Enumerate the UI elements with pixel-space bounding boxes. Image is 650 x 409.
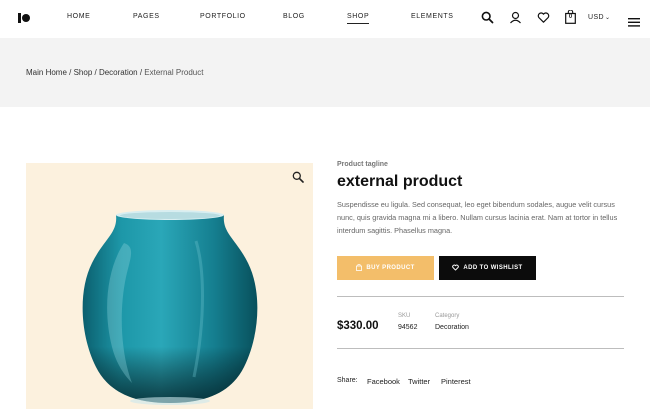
breadcrumb-link-decoration[interactable]: Decoration xyxy=(99,68,138,77)
sku-label: SKU xyxy=(398,313,411,319)
add-to-wishlist-button[interactable]: ADD TO WISHLIST xyxy=(439,256,536,280)
breadcrumb: Main Home / Shop / Decoration / External… xyxy=(26,68,203,77)
breadcrumb-current: External Product xyxy=(144,68,204,77)
bag-icon xyxy=(356,263,363,273)
breadcrumb-link-shop[interactable]: Shop xyxy=(74,68,93,77)
heart-icon xyxy=(452,264,460,273)
divider xyxy=(337,348,624,349)
menu-icon[interactable] xyxy=(628,14,641,27)
category-label: Category xyxy=(435,313,460,319)
category-link[interactable]: Decoration xyxy=(435,324,469,331)
product-image[interactable] xyxy=(26,163,313,409)
nav-portfolio[interactable]: PORTFOLIO xyxy=(200,13,246,20)
user-icon[interactable] xyxy=(509,11,522,24)
buy-product-label: BUY PRODUCT xyxy=(366,265,415,271)
breadcrumb-link-home[interactable]: Main Home xyxy=(26,68,67,77)
nav-pages[interactable]: PAGES xyxy=(133,13,160,20)
breadcrumb-band: Main Home / Shop / Decoration / External… xyxy=(0,38,650,107)
search-icon[interactable] xyxy=(481,11,494,24)
add-to-wishlist-label: ADD TO WISHLIST xyxy=(463,265,523,271)
breadcrumb-separator: / xyxy=(66,68,74,77)
zoom-icon[interactable] xyxy=(292,170,304,183)
nav-blog[interactable]: BLOG xyxy=(283,13,305,20)
sku-value: 94562 xyxy=(398,324,418,331)
divider xyxy=(337,296,624,297)
product-title: external product xyxy=(337,173,463,190)
product-tagline: Product tagline xyxy=(337,161,388,168)
breadcrumb-separator: / xyxy=(92,68,99,77)
share-label: Share: xyxy=(337,377,358,384)
currency-label: USD xyxy=(588,14,604,21)
site-logo[interactable] xyxy=(18,13,30,23)
vase-illustration xyxy=(82,210,258,405)
site-header: HOME PAGES PORTFOLIO BLOG SHOP ELEMENTS … xyxy=(0,0,650,38)
nav-elements[interactable]: ELEMENTS xyxy=(411,13,454,20)
nav-home[interactable]: HOME xyxy=(67,13,90,20)
share-facebook-link[interactable]: Facebook xyxy=(367,377,400,386)
buy-product-button[interactable]: BUY PRODUCT xyxy=(337,256,434,280)
share-pinterest-link[interactable]: Pinterest xyxy=(441,377,471,386)
product-description: Suspendisse eu ligula. Sed consequat, le… xyxy=(337,200,618,235)
product-price: $330.00 xyxy=(337,320,379,332)
share-twitter-link[interactable]: Twitter xyxy=(408,377,430,386)
currency-selector[interactable]: USD⌄ xyxy=(588,14,610,21)
nav-shop[interactable]: SHOP xyxy=(347,13,370,24)
logo-bar xyxy=(18,13,21,23)
cart-count: 0 xyxy=(568,14,573,20)
heart-icon[interactable] xyxy=(537,11,550,24)
logo-dot xyxy=(22,14,30,22)
cart-icon[interactable]: 0 xyxy=(565,9,576,24)
chevron-down-icon: ⌄ xyxy=(604,15,611,21)
